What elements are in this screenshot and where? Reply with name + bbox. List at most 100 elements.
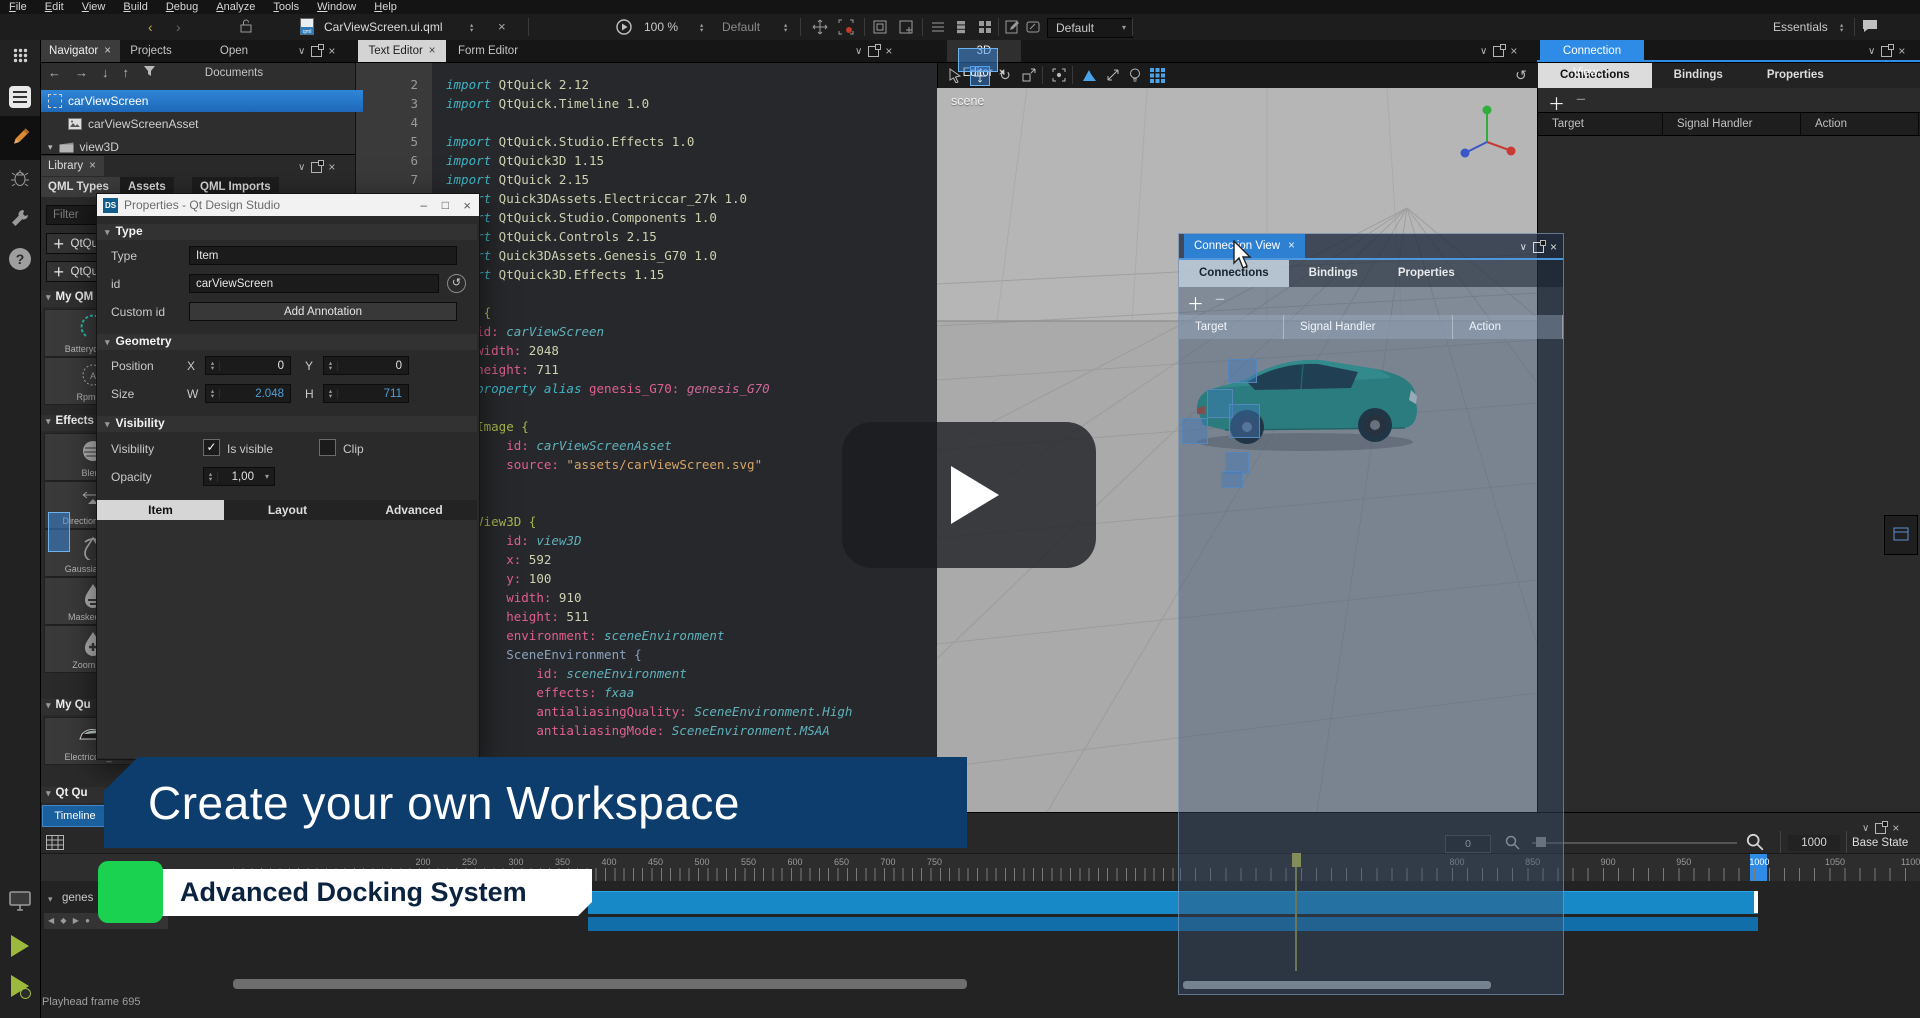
section-visibility[interactable]: ▾Visibility [97, 416, 477, 432]
menu-window[interactable]: Window [308, 0, 365, 14]
editor-dock-controls[interactable]: ∨× [855, 40, 892, 62]
edit-annotation-icon[interactable] [1025, 19, 1041, 35]
minimize-icon[interactable]: – [420, 198, 427, 212]
run-debug-icon[interactable] [0, 975, 40, 997]
x-spinbox[interactable]: ▴▾0 [205, 356, 291, 375]
close-icon[interactable]: × [1288, 240, 1295, 252]
menu-help[interactable]: Help [365, 0, 406, 14]
tab-properties[interactable]: Properties [1378, 260, 1475, 287]
close-icon[interactable]: × [1892, 821, 1899, 835]
edit-light-icon[interactable] [1126, 66, 1144, 84]
close-icon[interactable]: × [328, 44, 335, 58]
run-preview-icon[interactable] [616, 19, 632, 35]
bounds-add-icon[interactable] [898, 19, 914, 35]
add-annotation-button[interactable]: Add Annotation [189, 302, 457, 321]
close-icon[interactable]: × [328, 160, 335, 174]
tab-navigator[interactable]: Navigator× [40, 40, 120, 62]
arrow-right-icon[interactable]: → [75, 65, 88, 80]
remove-connection-button[interactable]: − [1215, 290, 1225, 310]
menu-debug[interactable]: Debug [157, 0, 207, 14]
section-geometry[interactable]: ▾Geometry [97, 334, 477, 350]
move-tool-icon[interactable] [812, 19, 828, 35]
document-switcher-stepper[interactable]: ▴▾ [470, 14, 473, 40]
code-line[interactable]: 7import QtQuick 2.15 [356, 170, 938, 189]
code-line[interactable]: 4 [356, 113, 938, 132]
nav-forward-icon[interactable]: › [176, 14, 181, 40]
reset-view-icon[interactable]: ↺ [1512, 66, 1530, 84]
tab-properties[interactable]: Properties [1745, 62, 1846, 88]
library-controls[interactable]: ∨× [298, 156, 335, 178]
close-icon[interactable]: × [463, 198, 471, 213]
close-icon[interactable]: × [1898, 44, 1905, 58]
float-icon[interactable] [1493, 46, 1504, 57]
float-icon[interactable] [1875, 823, 1886, 834]
left-dock-controls[interactable]: ∨× [298, 40, 335, 62]
section-type[interactable]: ▾Type [97, 224, 477, 240]
menu-analyze[interactable]: Analyze [207, 0, 264, 14]
remove-connection-button[interactable]: − [1576, 90, 1586, 110]
w-spinbox[interactable]: ▴▾2.048 [205, 384, 291, 403]
edit-mode-icon[interactable] [0, 86, 40, 108]
perspective-stepper[interactable]: ▴▾ [1840, 14, 1843, 40]
viewport-dock-controls[interactable]: ∨× [1480, 40, 1517, 62]
code-line[interactable]: 6import QtQuick3D 1.15 [356, 151, 938, 170]
apps-icon[interactable] [0, 48, 40, 63]
style-selector[interactable]: Default [722, 14, 760, 40]
grid-toggle-icon[interactable] [1148, 66, 1166, 84]
code-line[interactable]: 5import QtQuick.Studio.Effects 1.0 [356, 132, 938, 151]
arrow-left-icon[interactable]: ← [48, 65, 61, 80]
tab-library[interactable]: Library× [40, 156, 104, 176]
tab-bindings[interactable]: Bindings [1652, 62, 1745, 88]
dialog-titlebar[interactable]: DS Properties - Qt Design Studio – □ × [97, 194, 479, 216]
tab-form-editor[interactable]: Form Editor [448, 40, 528, 62]
zoom-in-icon[interactable] [1746, 833, 1764, 851]
zoom-stepper[interactable]: ▴▾ [700, 14, 703, 40]
track-name[interactable]: genes [62, 892, 93, 904]
help-icon[interactable]: ? [0, 248, 40, 270]
maximize-icon[interactable]: □ [442, 198, 449, 212]
float-icon[interactable] [1533, 242, 1544, 253]
expander-icon[interactable]: ▾ [48, 142, 53, 153]
menu-view[interactable]: View [73, 0, 115, 14]
fit-view-icon[interactable] [1050, 66, 1068, 84]
opacity-spinbox[interactable]: ▴▾1,00▾ [203, 467, 275, 486]
zoom-level[interactable]: 100 % [644, 14, 678, 40]
timeline-track-bar[interactable] [588, 917, 1758, 931]
collapsed-dock-tab[interactable] [1884, 515, 1918, 555]
tab-layout[interactable]: Layout [224, 500, 351, 520]
y-spinbox[interactable]: ▴▾0 [323, 356, 409, 375]
tab-text-editor[interactable]: Text Editor× [358, 40, 446, 62]
code-line[interactable]: 2import QtQuick 2.12 [356, 75, 938, 94]
kit-selector-icon[interactable] [0, 890, 40, 912]
tools-icon[interactable] [0, 208, 40, 228]
is-visible-checkbox[interactable]: ✓ [203, 439, 220, 456]
close-document-icon[interactable]: × [498, 14, 506, 40]
rows-icon[interactable] [953, 19, 969, 35]
close-icon[interactable]: × [89, 160, 96, 172]
reset-icon[interactable]: ↺ [447, 274, 466, 293]
code-line[interactable]: 3import QtQuick.Timeline 1.0 [356, 94, 938, 113]
menu-tools[interactable]: Tools [264, 0, 308, 14]
close-icon[interactable]: × [1510, 44, 1517, 58]
move-down-icon[interactable]: ↓ [102, 65, 109, 80]
floating-panel-controls[interactable]: ∨× [1520, 236, 1557, 258]
tab-projects[interactable]: Projects [122, 40, 180, 62]
camera-perspective-icon[interactable] [1080, 66, 1098, 84]
state-selector[interactable]: Default▾ [1047, 18, 1133, 38]
tree-item-carViewScreenAsset[interactable]: carViewScreenAsset [40, 113, 383, 135]
menu-edit[interactable]: Edit [36, 0, 73, 14]
close-icon[interactable]: × [999, 67, 1006, 79]
perspective-selector[interactable]: Essentials [1773, 14, 1828, 40]
h-spinbox[interactable]: ▴▾711 [323, 384, 409, 403]
menu-build[interactable]: Build [114, 0, 156, 14]
id-field[interactable]: carViewScreen [189, 274, 439, 293]
tab-advanced[interactable]: Advanced [351, 500, 477, 520]
tab-bindings[interactable]: Bindings [1289, 260, 1378, 287]
feedback-icon[interactable] [1862, 19, 1878, 35]
filter-icon[interactable] [143, 65, 156, 80]
tab-open-documents[interactable]: Open Documents [182, 40, 286, 62]
keyframe-grid-icon[interactable] [46, 835, 64, 850]
video-play-button[interactable] [842, 422, 1096, 568]
list-view-icon[interactable] [930, 19, 946, 35]
debug-mode-icon[interactable] [0, 168, 40, 188]
